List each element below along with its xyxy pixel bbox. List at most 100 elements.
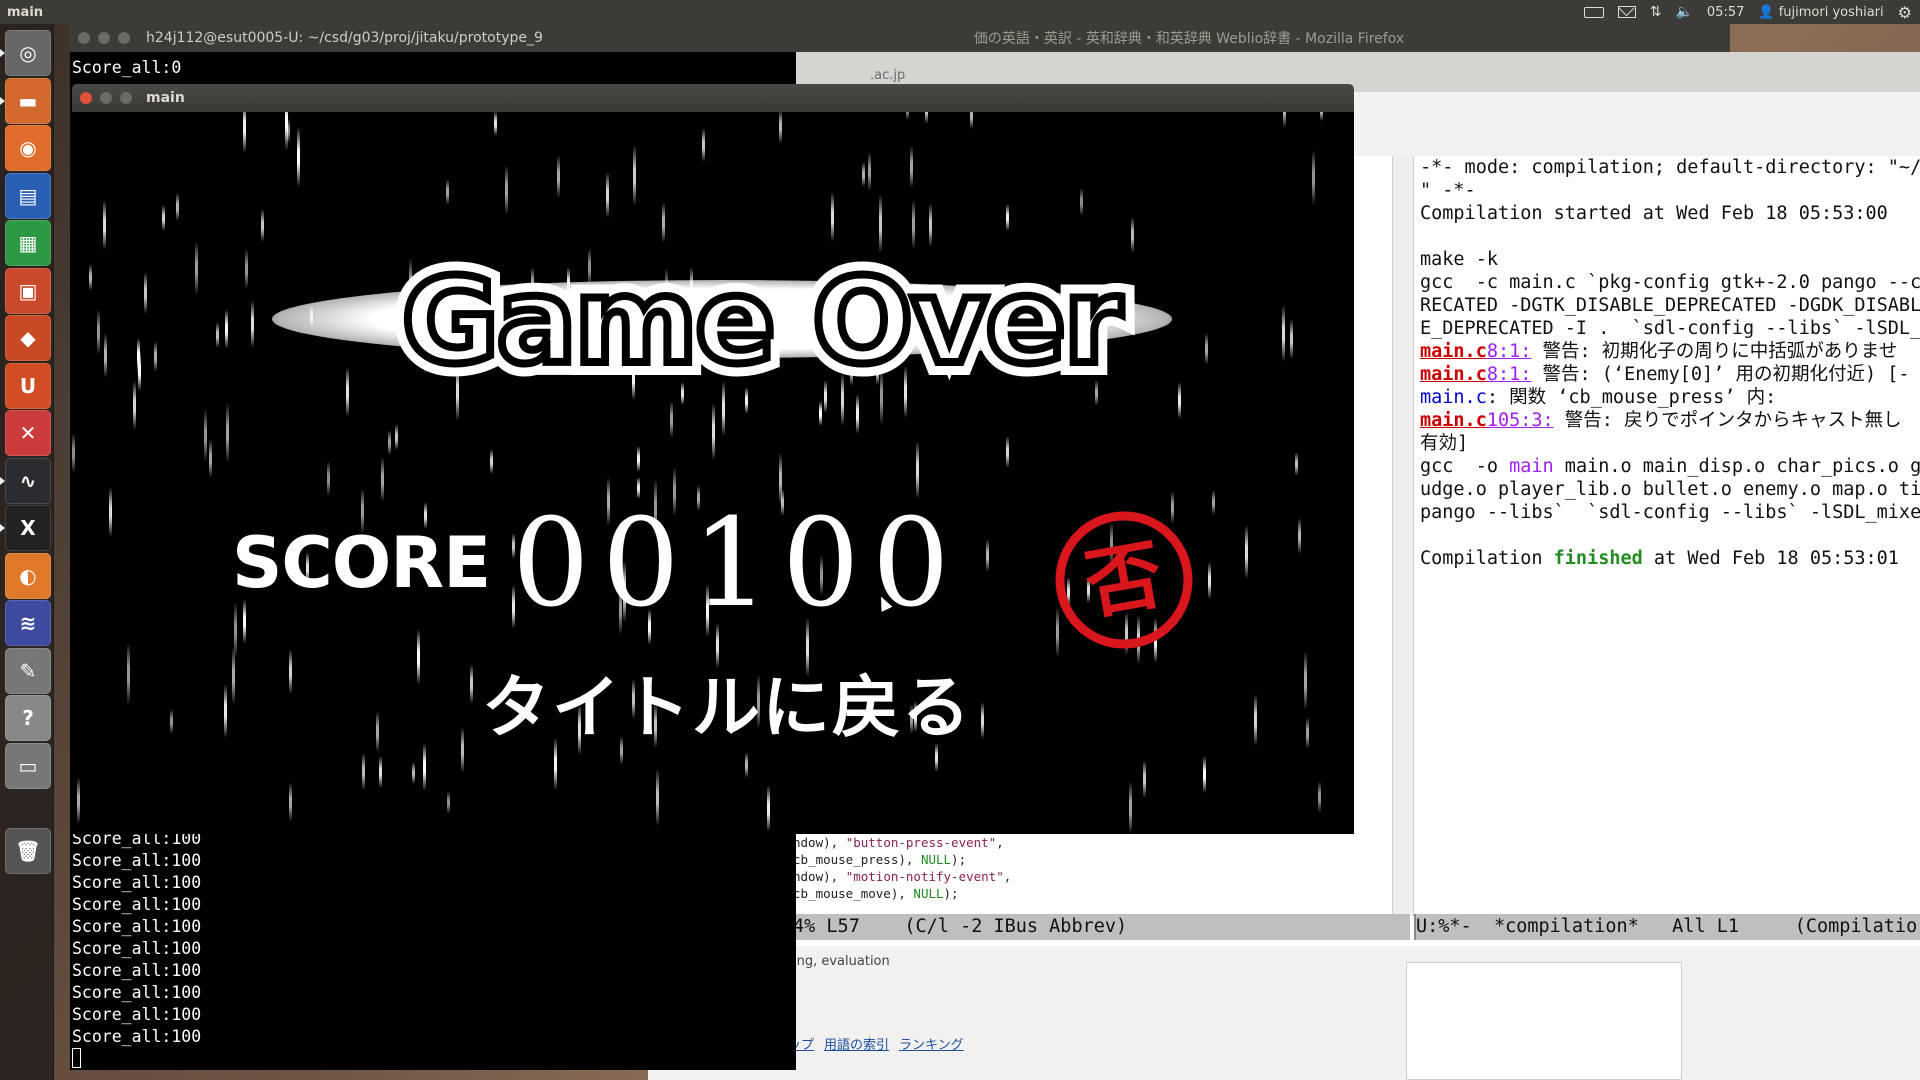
warning-text: 警告: 戻りでポインタからキャスト無し xyxy=(1553,410,1902,431)
network-icon[interactable]: ⇅ xyxy=(1650,4,1662,20)
keyboard-icon[interactable] xyxy=(1583,6,1604,18)
compile-line xyxy=(1420,225,1920,248)
dash-icon[interactable]: ◎ xyxy=(0,30,51,76)
rain-streak xyxy=(215,321,219,348)
rain-streak xyxy=(661,201,665,243)
clock[interactable]: 05:57 xyxy=(1707,5,1744,20)
editor-icon[interactable]: ≋ xyxy=(5,600,51,646)
text-editor-icon[interactable]: ✎ xyxy=(5,647,51,694)
rain-streak xyxy=(161,205,165,231)
browser-icon[interactable]: ◐ xyxy=(5,552,51,599)
user-name: fujimori yoshiari xyxy=(1778,4,1884,20)
error-link[interactable]: main.c xyxy=(1420,364,1487,385)
rain-streak xyxy=(144,271,148,314)
rain-streak xyxy=(986,539,990,573)
rain-streak xyxy=(670,400,674,438)
terminal-titlebar: h24j112@esut0005-U: ~/csd/g03/proj/jitak… xyxy=(70,24,790,52)
close-icon[interactable] xyxy=(78,32,90,44)
line-link[interactable]: 8:1: xyxy=(1487,364,1532,385)
launcher: ◎ ▬ ◉ ▤ ▦ ▣ ◆ U ✕ ∿ X ◐ ≋ ✎? ▭ 🗑 xyxy=(0,24,54,1080)
writer-icon[interactable]: ▤ xyxy=(5,172,51,219)
rain-streak xyxy=(745,752,749,778)
workspaces-icon[interactable]: ▭ xyxy=(5,742,51,789)
rain-streak xyxy=(493,112,497,136)
rain-streak xyxy=(376,710,380,752)
source-code-pane[interactable]: ndow), "button-press-event", cb_mouse_pre… xyxy=(793,834,1393,902)
rain-streak xyxy=(831,192,835,242)
line-link[interactable]: 105:3: xyxy=(1487,410,1554,431)
warning-line: main.c8:1: 警告: 初期化子の周りに中括弧がありませ xyxy=(1420,340,1920,363)
browser-url-fragment[interactable]: .ac.jp xyxy=(870,68,905,83)
software-center-icon[interactable]: ◆ xyxy=(5,315,51,361)
firefox-icon[interactable]: ◉ xyxy=(5,125,51,171)
game-titlebar[interactable]: main xyxy=(72,84,1354,112)
user-menu[interactable]: 👤 fujimori yoshiari xyxy=(1758,5,1883,20)
rain-streak xyxy=(818,400,822,427)
browser-link[interactable]: ランキング xyxy=(899,1034,964,1053)
browser-link[interactable]: 用語の索引 xyxy=(824,1034,889,1053)
trash-icon[interactable]: 🗑 xyxy=(5,828,51,874)
file-name[interactable]: main.c xyxy=(1420,387,1487,408)
ubuntu-one-icon[interactable]: U xyxy=(5,362,51,409)
session-gear-icon[interactable]: ⚙ xyxy=(1898,3,1912,22)
rain-streak xyxy=(981,702,985,739)
rain-streak xyxy=(1128,781,1132,834)
maximize-icon[interactable] xyxy=(120,92,132,104)
rain-streak xyxy=(656,768,660,827)
top-panel: main ⇅ 🔈 05:57 👤 fujimori yoshiari ⚙ xyxy=(0,0,1920,24)
terminal-line: Score_all:100 xyxy=(72,939,202,958)
browser-titlebar: 価の英語・英訳 - 英和辞典・和英辞典 Weblio辞書 - Mozilla F… xyxy=(648,24,1730,52)
emacs-scrollbar[interactable] xyxy=(1392,156,1414,916)
rain-streak xyxy=(296,127,300,187)
rain-streak xyxy=(103,332,107,379)
line-link[interactable]: 8:1: xyxy=(1487,341,1532,362)
rain-streak xyxy=(1298,518,1302,554)
settings-icon[interactable]: ✕ xyxy=(5,410,51,456)
rain-streak xyxy=(109,486,113,537)
system-monitor-icon[interactable]: ∿ xyxy=(0,457,51,504)
browser-text-fragment: ing, evaluation xyxy=(793,954,890,969)
compile-line: RECATED -DGTK_DISABLE_DEPRECATED -DGDK_D… xyxy=(1420,295,1920,316)
rain-streak xyxy=(381,457,385,503)
rain-streak xyxy=(225,402,229,464)
xterm-icon[interactable]: X xyxy=(0,505,51,551)
code-text: , xyxy=(1003,869,1012,884)
compile-line: gcc -c main.c `pkg-config gtk+-2.0 pango… xyxy=(1420,272,1920,293)
rain-streak xyxy=(606,172,610,218)
game-canvas[interactable]: Game Over Game Over SCORE 0 0 1 0 0 タイトル… xyxy=(72,112,1354,834)
code-text: cb_mouse_press), xyxy=(793,852,921,867)
calc-icon[interactable]: ▦ xyxy=(5,220,51,266)
volume-icon[interactable]: 🔈 xyxy=(1675,4,1692,20)
help-icon[interactable]: ? xyxy=(5,695,51,741)
rain-streak xyxy=(461,727,465,774)
error-link[interactable]: main.c xyxy=(1420,410,1487,431)
minimize-icon[interactable] xyxy=(100,92,112,104)
compile-line: udge.o player_lib.o bullet.o enemy.o map… xyxy=(1420,479,1920,500)
compilation-buffer[interactable]: -*- mode: compilation; default-directory… xyxy=(1420,156,1920,570)
rain-streak xyxy=(779,112,783,144)
compile-line: make -k xyxy=(1420,249,1498,270)
rain-streak xyxy=(878,194,882,253)
rain-streak xyxy=(289,781,293,822)
rain-streak xyxy=(1006,204,1010,232)
rain-streak xyxy=(1311,150,1315,206)
close-icon[interactable] xyxy=(80,92,92,104)
code-text: cb_mouse_move), xyxy=(793,886,914,901)
warning-line: main.c105:3: 警告: 戻りでポインタからキャスト無し xyxy=(1420,409,1920,432)
rain-streak xyxy=(76,776,80,824)
minimize-icon[interactable] xyxy=(98,32,110,44)
code-token: NULL xyxy=(920,852,952,867)
maximize-icon[interactable] xyxy=(118,32,130,44)
rain-streak xyxy=(1282,304,1286,362)
return-to-title-button[interactable]: タイトルに戻る xyxy=(482,652,972,751)
files-icon[interactable]: ▬ xyxy=(0,77,51,124)
terminal-line: Score_all:100 xyxy=(72,983,202,1002)
rain-streak xyxy=(1295,452,1299,476)
modeline-compilation: U:%*- *compilation* All L1 (Compilatio xyxy=(1414,914,1920,940)
rain-streak xyxy=(1306,717,1310,749)
error-link[interactable]: main.c xyxy=(1420,341,1487,362)
rain-streak xyxy=(637,446,641,472)
mail-icon[interactable] xyxy=(1617,6,1636,18)
impress-icon[interactable]: ▣ xyxy=(5,267,51,314)
rain-streak xyxy=(1178,381,1181,420)
